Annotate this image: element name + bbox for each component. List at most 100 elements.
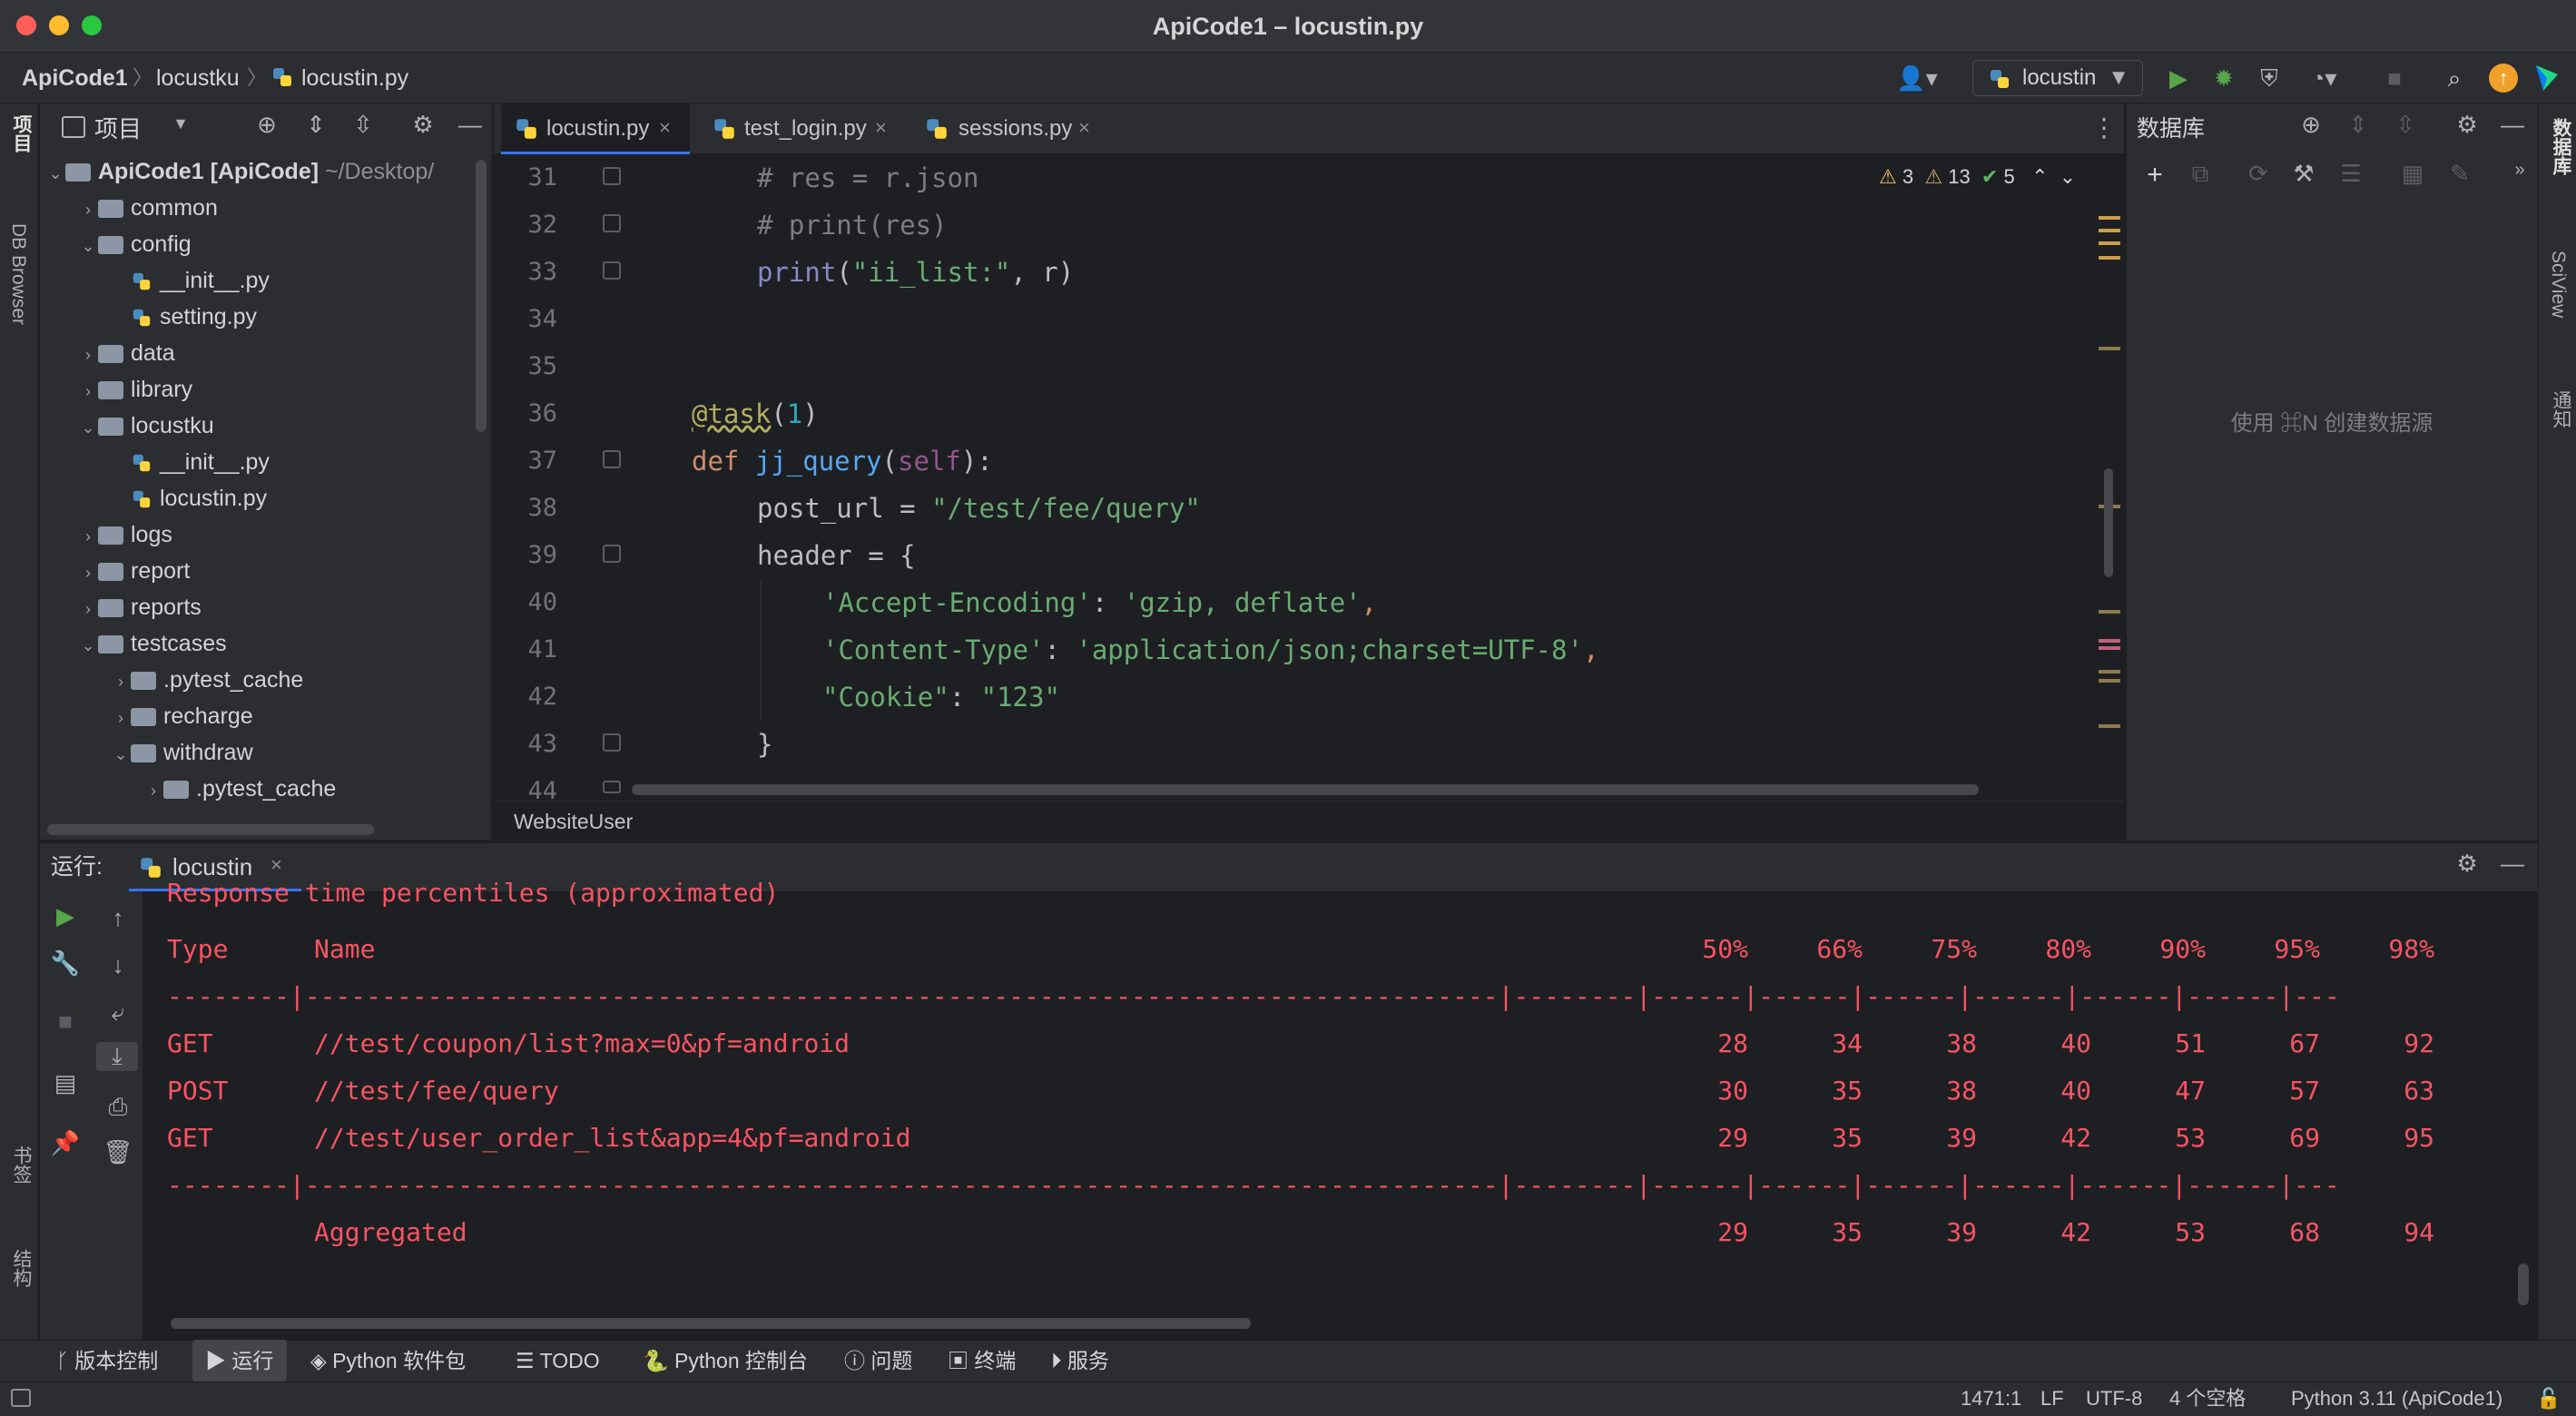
code-breadcrumb[interactable]: WebsiteUser <box>494 801 2124 841</box>
search-icon[interactable]: ⌕ <box>2436 60 2473 96</box>
tool-run[interactable]: ▶ 运行 <box>192 1340 287 1382</box>
tree-folder[interactable]: ⌄ locustku <box>78 408 213 446</box>
chevron-right-icon[interactable]: › <box>78 337 98 373</box>
minimize-icon[interactable]: — <box>454 111 487 139</box>
editor-vertical-scrollbar[interactable] <box>2104 468 2113 577</box>
tree-folder[interactable]: ⌄ config <box>78 226 191 264</box>
gear-icon[interactable]: ⚙ <box>407 111 439 139</box>
minimize-icon[interactable]: — <box>2496 111 2529 139</box>
tree-file[interactable]: __init__.py <box>111 444 270 480</box>
locate-icon[interactable]: ⊕ <box>251 111 283 139</box>
schema-icon[interactable]: ⚒ <box>2287 160 2320 188</box>
stripe-mark[interactable] <box>2099 241 2120 245</box>
chevron-down-icon[interactable]: ⌄ <box>78 627 98 664</box>
fold-icon[interactable] <box>603 261 621 280</box>
close-tab-icon[interactable]: × <box>659 116 671 140</box>
breadcrumb-file[interactable]: locustin.py <box>301 53 408 103</box>
fold-icon[interactable] <box>603 450 621 468</box>
fold-icon[interactable] <box>603 733 621 752</box>
print-icon[interactable]: ⎙ <box>100 1093 136 1122</box>
pin-icon[interactable]: 📌 <box>47 1129 84 1157</box>
chevron-right-icon[interactable]: › <box>78 518 98 555</box>
fold-icon[interactable] <box>603 781 621 793</box>
inspection-widget[interactable]: ⚠ 3 ⚠ 13 ✔ 5 ⌃ ⌄ <box>1879 162 2076 192</box>
chevron-right-icon[interactable]: › <box>78 373 98 409</box>
status-interpreter[interactable]: Python 3.11 (ApiCode1) <box>2291 1382 2502 1416</box>
tool-terminal[interactable]: ▣ 终端 <box>948 1340 1016 1382</box>
scroll-to-end-icon[interactable]: ⤓ <box>96 1042 138 1071</box>
tool-problems[interactable]: ⓘ 问题 <box>844 1340 912 1382</box>
collapse-all-icon[interactable]: ⇳ <box>347 111 379 139</box>
soft-wrap-icon[interactable]: ⤶ <box>100 998 136 1028</box>
tree-folder[interactable]: › report <box>78 553 190 589</box>
bookmarks-tool-tab[interactable]: 书签 <box>7 1146 34 1184</box>
chevron-right-icon[interactable]: › <box>111 700 131 736</box>
tool-todo[interactable]: ☰ TODO <box>516 1340 600 1382</box>
stripe-mark[interactable] <box>2099 639 2120 643</box>
status-line-separator[interactable]: LF <box>2040 1382 2064 1416</box>
update-icon[interactable]: ↑ <box>2489 64 2518 93</box>
layout-icon[interactable]: ▤ <box>47 1069 84 1097</box>
tool-python-console[interactable]: 🐍 Python 控制台 <box>643 1340 808 1382</box>
chevron-right-icon[interactable]: › <box>111 664 131 700</box>
database-tool-tab[interactable]: 数据库 <box>2547 118 2574 175</box>
tree-folder[interactable]: › reports <box>78 589 202 625</box>
coverage-icon[interactable]: ⛨ <box>2251 60 2287 96</box>
tree-vertical-scrollbar[interactable] <box>476 160 487 432</box>
stripe-mark[interactable] <box>2099 724 2120 728</box>
rerun-icon[interactable]: ▶ <box>47 902 84 930</box>
tool-python-packages[interactable]: ◈ Python 软件包 <box>310 1340 466 1382</box>
chevron-down-icon[interactable]: ⌄ <box>78 228 98 264</box>
profile-icon[interactable]: ◔▾ <box>2296 60 2351 96</box>
toggle-panels-icon[interactable] <box>11 1389 31 1407</box>
stripe-mark[interactable] <box>2099 646 2120 650</box>
tree-folder[interactable]: › logs <box>78 516 172 553</box>
debug-icon[interactable]: ✹ <box>2206 60 2242 96</box>
structure-tool-tab[interactable]: 结构 <box>7 1249 34 1287</box>
gear-icon[interactable]: ⚙ <box>2451 111 2483 139</box>
tree-horizontal-scrollbar[interactable] <box>47 824 374 835</box>
gear-icon[interactable]: ⚙ <box>2451 850 2483 878</box>
close-tab-icon[interactable]: × <box>875 116 887 140</box>
chevron-down-icon[interactable]: ⌄ <box>78 409 98 446</box>
console-vertical-scrollbar[interactable] <box>2518 1264 2529 1305</box>
account-icon[interactable]: 👤▾ <box>1890 60 1944 96</box>
project-panel-title[interactable]: 项目 <box>94 103 142 154</box>
stripe-mark[interactable] <box>2099 229 2120 232</box>
tree-folder[interactable]: ⌄ testcases <box>78 625 226 664</box>
stripe-mark[interactable] <box>2099 610 2120 614</box>
editor-horizontal-scrollbar[interactable] <box>632 784 1979 795</box>
chevron-down-icon[interactable]: ▼ <box>167 114 194 133</box>
db-browser-tool-tab[interactable]: DB Browser <box>7 223 29 325</box>
fold-icon[interactable] <box>603 214 621 232</box>
more-tabs-icon[interactable]: ⋮ <box>2091 113 2117 143</box>
chevron-right-icon[interactable]: › <box>78 591 98 627</box>
close-tab-icon[interactable]: × <box>270 853 282 877</box>
add-icon[interactable]: + <box>2138 160 2171 191</box>
breadcrumb-project[interactable]: ApiCode1 <box>22 53 128 103</box>
close-tab-icon[interactable]: × <box>1078 116 1090 140</box>
chevron-right-icon[interactable]: › <box>78 192 98 228</box>
chevron-down-icon[interactable]: ⌄ <box>111 736 131 772</box>
jetbrains-icon[interactable] <box>2532 64 2560 93</box>
tool-services[interactable]: ⏵ 服务 <box>1051 1340 1109 1382</box>
chevron-right-icon[interactable]: › <box>78 555 98 591</box>
fold-icon[interactable] <box>603 545 621 563</box>
tree-file[interactable]: locustin.py <box>111 480 267 516</box>
lock-icon[interactable]: 🔓 <box>2536 1382 2561 1416</box>
sciview-tool-tab[interactable]: SciView <box>2547 251 2569 318</box>
tree-folder[interactable]: › recharge <box>111 698 253 734</box>
arrow-down-icon[interactable]: ↓ <box>100 951 136 979</box>
stripe-mark[interactable] <box>2099 670 2120 674</box>
locate-icon[interactable]: ⊕ <box>2295 111 2327 139</box>
chevron-down-icon[interactable]: ⌄ <box>2060 165 2076 188</box>
chevron-right-icon[interactable]: › <box>143 772 163 809</box>
fold-icon[interactable] <box>603 167 621 185</box>
project-tool-tab[interactable]: 项目 <box>7 114 34 152</box>
tree-file[interactable]: __init__.py <box>111 262 270 299</box>
trash-icon[interactable]: 🗑 <box>100 1138 136 1166</box>
status-indent[interactable]: 4 个空格 <box>2169 1382 2246 1416</box>
run-icon[interactable]: ▶ <box>2160 60 2197 96</box>
tree-root[interactable]: ⌄ ApiCode1 [ApiCode] ~/Desktop/ <box>45 153 434 190</box>
wrench-icon[interactable]: 🔧 <box>47 949 84 978</box>
